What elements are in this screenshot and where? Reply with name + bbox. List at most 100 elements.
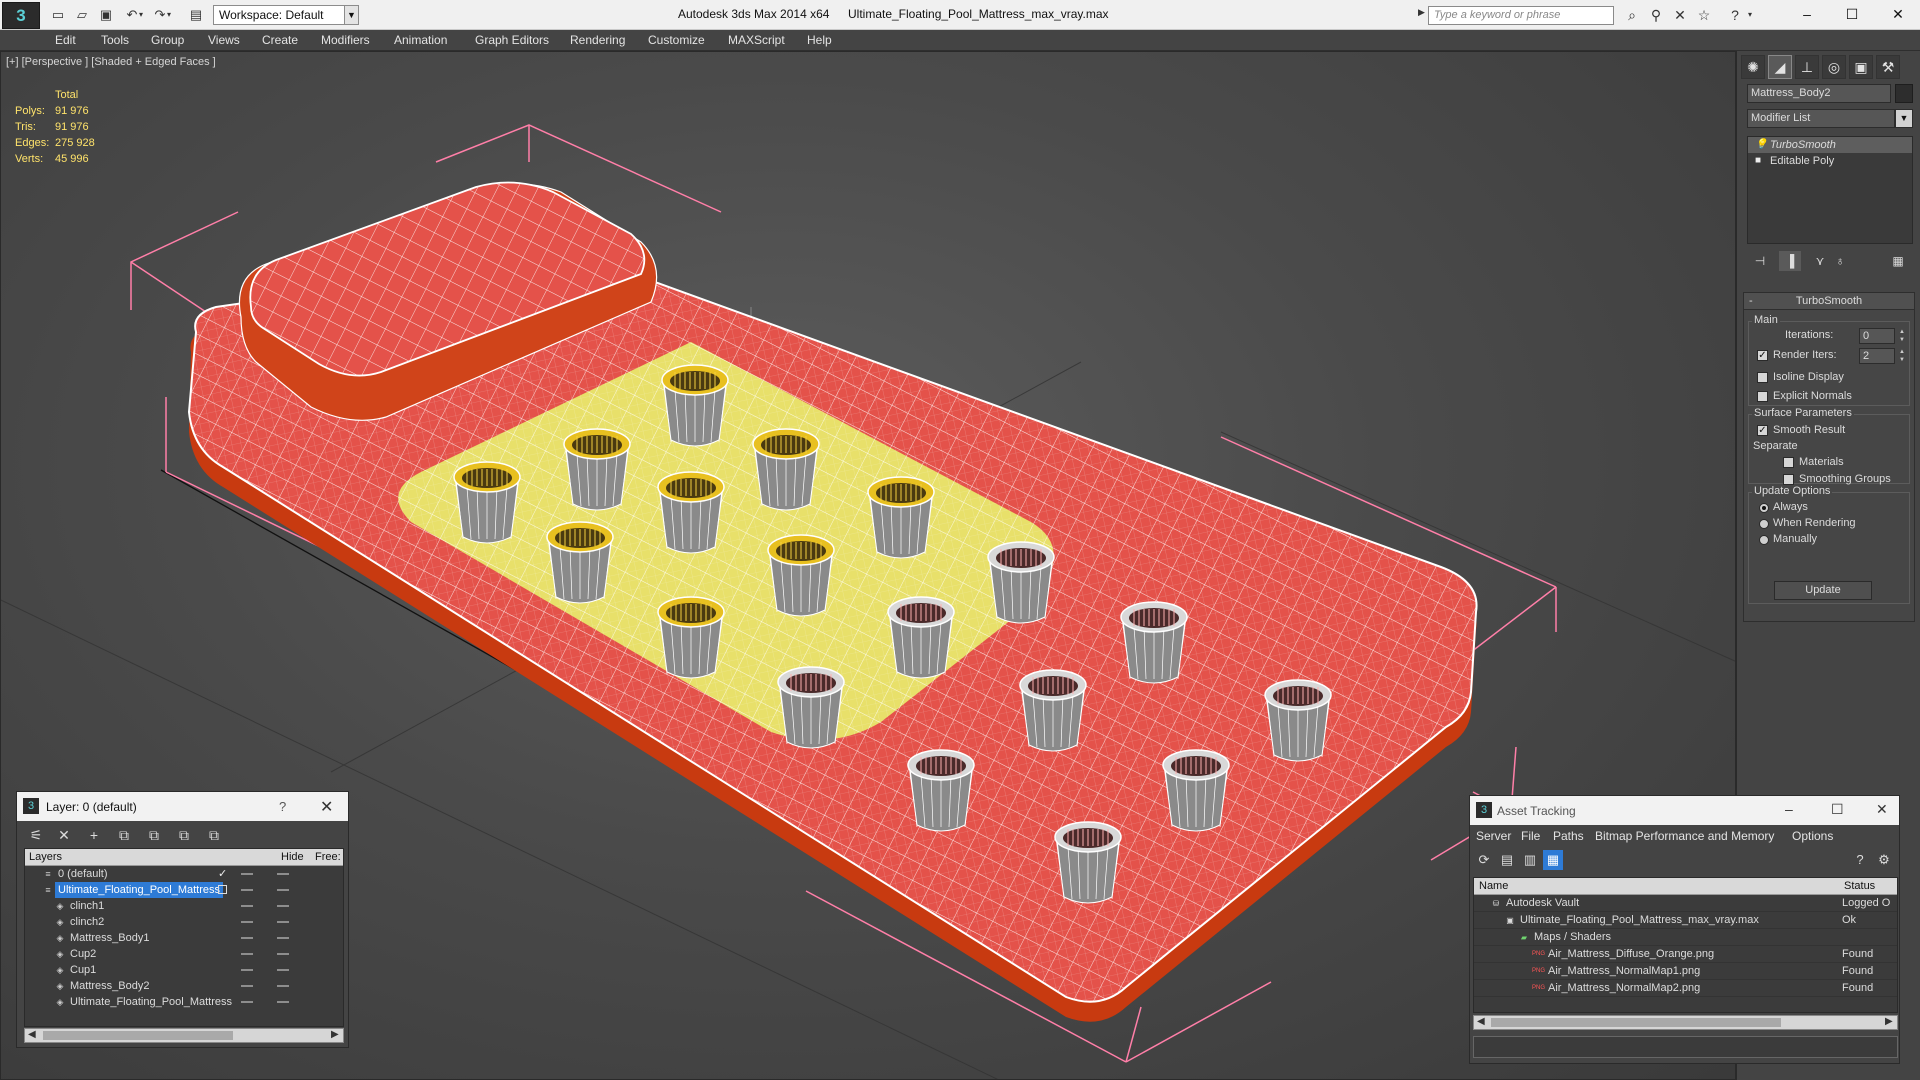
- hide-toggle[interactable]: [241, 905, 253, 907]
- modifier-stack[interactable]: 💡 TurboSmooth ■ Editable Poly: [1747, 136, 1913, 244]
- menu-help[interactable]: Help: [807, 33, 832, 47]
- motion-tab-icon[interactable]: ◎: [1822, 55, 1846, 79]
- create-layer-icon[interactable]: +: [83, 825, 105, 845]
- help-icon[interactable]: ?: [279, 799, 286, 814]
- help-icon[interactable]: ?: [1725, 6, 1745, 24]
- delete-layer-icon[interactable]: ✕: [53, 825, 75, 845]
- scroll-thumb[interactable]: [43, 1031, 233, 1040]
- current-layer-check-icon[interactable]: ✓: [218, 866, 227, 882]
- menu-maxscript[interactable]: MAXScript: [728, 33, 785, 47]
- asset-row[interactable]: ▰ Maps / Shaders: [1474, 929, 1897, 946]
- layer-row[interactable]: ◈ clinch2: [25, 914, 343, 930]
- close-icon[interactable]: ✕: [320, 797, 333, 817]
- object-name-field[interactable]: Mattress_Body2: [1747, 84, 1891, 103]
- manually-radio[interactable]: [1759, 535, 1769, 545]
- freeze-toggle[interactable]: [277, 969, 289, 971]
- menu-customize[interactable]: Customize: [648, 33, 705, 47]
- show-end-result-icon[interactable]: ▐: [1779, 251, 1801, 271]
- pin-stack-icon[interactable]: ⊣: [1749, 251, 1771, 271]
- set-current-checkbox[interactable]: [218, 885, 227, 894]
- asset-menu-server[interactable]: Server: [1476, 829, 1511, 843]
- open-file-icon[interactable]: ▱: [72, 6, 92, 24]
- hide-toggle[interactable]: [241, 889, 253, 891]
- maximize-button[interactable]: ☐: [1830, 2, 1874, 26]
- asset-menu-options[interactable]: Options: [1792, 829, 1833, 843]
- menu-modifiers[interactable]: Modifiers: [321, 33, 370, 47]
- utilities-tab-icon[interactable]: ⚒: [1876, 55, 1900, 79]
- hide-toggle[interactable]: [241, 953, 253, 955]
- smoothing-groups-checkbox[interactable]: [1783, 474, 1794, 485]
- chevron-down-icon[interactable]: ▼: [344, 5, 359, 25]
- stack-item-editable-poly[interactable]: ■ Editable Poly: [1748, 153, 1912, 169]
- new-file-icon[interactable]: ▭: [48, 6, 68, 24]
- isoline-display-checkbox[interactable]: [1757, 372, 1768, 383]
- layer-explorer-titlebar[interactable]: 3 Layer: 0 (default) ? ✕: [17, 792, 348, 821]
- freeze-toggle[interactable]: [277, 905, 289, 907]
- asset-row[interactable]: PNG Air_Mattress_NormalMap1.png Found: [1474, 963, 1897, 980]
- scroll-right-icon[interactable]: ▶: [1885, 1016, 1893, 1027]
- modifier-list-dropdown[interactable]: Modifier List: [1747, 109, 1895, 128]
- spinner-arrows-icon[interactable]: ▲ ▼: [1899, 328, 1907, 344]
- lightbulb-icon[interactable]: 💡: [1755, 139, 1767, 150]
- freeze-toggle[interactable]: [277, 873, 289, 875]
- materials-checkbox[interactable]: [1783, 457, 1794, 468]
- add-to-layer-icon[interactable]: ⧉: [113, 825, 135, 845]
- asset-row[interactable]: ⛁ Autodesk Vault Logged O: [1474, 895, 1897, 912]
- scroll-left-icon[interactable]: ◀: [1477, 1016, 1485, 1027]
- layer-row[interactable]: ◈ Mattress_Body1: [25, 930, 343, 946]
- layer-row[interactable]: ◈ Cup1: [25, 962, 343, 978]
- render-iters-checkbox[interactable]: ✓: [1757, 350, 1768, 361]
- layer-row[interactable]: ◈ clinch1: [25, 898, 343, 914]
- expand-plus-icon[interactable]: ■: [1755, 155, 1764, 166]
- asset-row[interactable]: PNG Air_Mattress_Diffuse_Orange.png Found: [1474, 946, 1897, 963]
- chevron-down-icon[interactable]: ▼: [1895, 109, 1913, 128]
- create-tab-icon[interactable]: ✺: [1741, 55, 1765, 79]
- freeze-toggle[interactable]: [277, 985, 289, 987]
- asset-menu-file[interactable]: File: [1521, 829, 1540, 843]
- explicit-normals-checkbox[interactable]: [1757, 391, 1768, 402]
- scroll-thumb[interactable]: [1491, 1018, 1781, 1027]
- make-unique-icon[interactable]: ⋎: [1809, 251, 1831, 271]
- redo-dropdown-icon[interactable]: ▾: [164, 6, 174, 24]
- configure-modifier-sets-icon[interactable]: ▦: [1887, 251, 1909, 271]
- asset-menu-bitmap-performance[interactable]: Bitmap Performance and Memory: [1595, 829, 1774, 843]
- freeze-toggle[interactable]: [277, 1001, 289, 1003]
- spinner-arrows-icon[interactable]: ▲ ▼: [1899, 348, 1907, 364]
- render-iters-spinner[interactable]: 2: [1859, 348, 1895, 364]
- stack-item-turbosmooth[interactable]: 💡 TurboSmooth: [1748, 137, 1912, 153]
- object-color-swatch[interactable]: [1895, 84, 1913, 103]
- hide-toggle[interactable]: [241, 1001, 253, 1003]
- undo-dropdown-icon[interactable]: ▾: [136, 6, 146, 24]
- layer-row[interactable]: ≡ 0 (default) ✓: [25, 866, 343, 882]
- favorites-star-icon[interactable]: ☆: [1694, 6, 1714, 24]
- layer-row[interactable]: ◈ Mattress_Body2: [25, 978, 343, 994]
- display-tab-icon[interactable]: ▣: [1849, 55, 1873, 79]
- layer-row[interactable]: ≡ Ultimate_Floating_Pool_Mattress: [25, 882, 343, 898]
- hide-all-layers-icon[interactable]: ⧉: [203, 825, 225, 845]
- set-current-layer-icon[interactable]: ⧉: [173, 825, 195, 845]
- column-hide[interactable]: Hide: [281, 851, 304, 863]
- asset-menu-paths[interactable]: Paths: [1553, 829, 1584, 843]
- horizontal-scrollbar[interactable]: ◀ ▶: [24, 1028, 344, 1043]
- close-button[interactable]: ✕: [1876, 2, 1920, 26]
- select-layer-icon[interactable]: ⧉: [143, 825, 165, 845]
- hierarchy-tab-icon[interactable]: ⊥: [1795, 55, 1819, 79]
- column-freeze[interactable]: Free:: [315, 851, 341, 863]
- menu-create[interactable]: Create: [262, 33, 298, 47]
- search-input[interactable]: Type a keyword or phrase: [1428, 6, 1614, 25]
- hide-toggle[interactable]: [241, 985, 253, 987]
- update-button[interactable]: Update: [1774, 581, 1872, 600]
- menu-animation[interactable]: Animation: [394, 33, 447, 47]
- asset-row[interactable]: PNG Air_Mattress_NormalMap2.png Found: [1474, 980, 1897, 997]
- search-expand-icon[interactable]: ▶: [1418, 7, 1425, 18]
- freeze-toggle[interactable]: [277, 937, 289, 939]
- freeze-toggle[interactable]: [277, 953, 289, 955]
- freeze-toggle[interactable]: [277, 921, 289, 923]
- hide-toggle[interactable]: [241, 921, 253, 923]
- scroll-left-icon[interactable]: ◀: [28, 1029, 36, 1040]
- minimize-button[interactable]: –: [1785, 2, 1829, 26]
- menu-group[interactable]: Group: [151, 33, 184, 47]
- column-status[interactable]: Status: [1844, 880, 1875, 892]
- layer-row[interactable]: ◈ Ultimate_Floating_Pool_Mattress: [25, 994, 343, 1010]
- workspace-dropdown[interactable]: Workspace: Default: [213, 5, 359, 25]
